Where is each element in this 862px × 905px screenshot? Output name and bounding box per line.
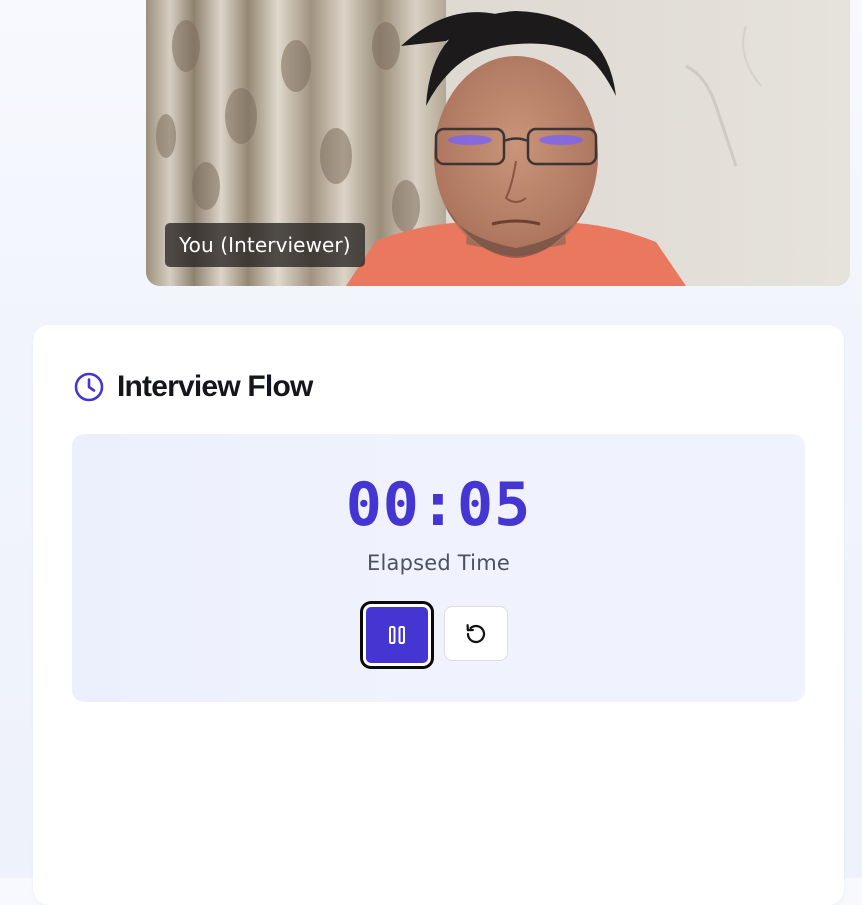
clock-icon (73, 371, 105, 403)
elapsed-time-label: Elapsed Time (367, 551, 510, 575)
pause-timer-button[interactable] (363, 604, 431, 666)
participant-name-label: You (Interviewer) (165, 223, 365, 267)
rotate-ccw-icon (466, 623, 486, 643)
interview-flow-header: Interview Flow (73, 367, 313, 407)
timer-controls (72, 604, 805, 668)
interview-flow-title: Interview Flow (117, 370, 313, 403)
timer-panel: 00:05 Elapsed Time (72, 434, 805, 702)
elapsed-timer-value: 00:05 (345, 470, 532, 540)
interview-flow-card: Interview Flow 00:05 Elapsed Time (33, 325, 844, 905)
local-video-tile: You (Interviewer) (146, 0, 850, 286)
reset-timer-button[interactable] (444, 606, 508, 661)
pause-icon (389, 626, 405, 644)
